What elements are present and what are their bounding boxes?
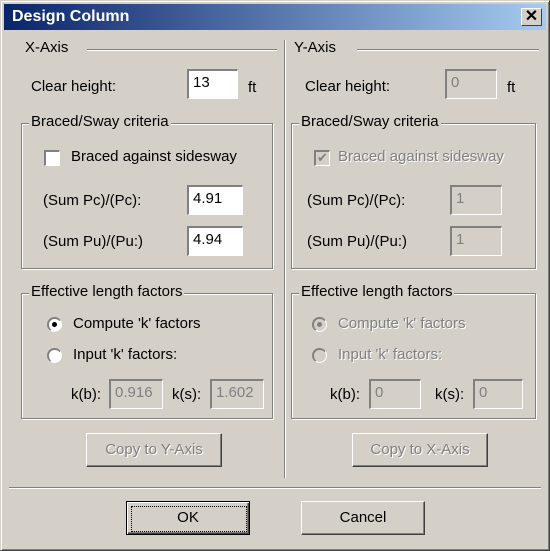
y-compute-label: Compute 'k' factors — [338, 315, 466, 332]
y-sum-pc-input[interactable]: 1 — [450, 185, 502, 215]
x-sum-pu-input[interactable]: 4.94 — [187, 226, 243, 256]
cancel-button[interactable]: Cancel — [301, 501, 425, 535]
y-clear-height-input[interactable]: 0 — [445, 69, 497, 99]
dialog-title: Design Column — [12, 8, 130, 25]
axis-divider — [284, 40, 285, 478]
copy-to-y-axis-button[interactable]: Copy to Y-Axis — [86, 433, 222, 467]
y-ks-label: k(s): — [435, 386, 465, 403]
y-clear-height-unit: ft — [507, 79, 516, 96]
close-icon[interactable]: ✕ — [521, 8, 542, 26]
y-clear-height-label: Clear height: — [305, 78, 391, 95]
ok-button[interactable]: OK — [126, 501, 250, 535]
copy-to-y-axis-label: Copy to Y-Axis — [105, 441, 203, 458]
y-effective-length-legend: Effective length factors — [299, 283, 455, 300]
copy-to-x-axis-button[interactable]: Copy to X-Axis — [352, 433, 488, 467]
y-compute-radio[interactable] — [312, 317, 327, 332]
x-effective-length-legend: Effective length factors — [29, 283, 185, 300]
copy-to-x-axis-label: Copy to X-Axis — [370, 441, 470, 458]
x-compute-label: Compute 'k' factors — [73, 315, 201, 332]
y-kb-input[interactable]: 0 — [369, 379, 421, 409]
x-sum-pc-label: (Sum Pc)/(Pc): — [43, 192, 142, 209]
x-clear-height-label: Clear height: — [31, 78, 117, 95]
design-column-dialog: Design Column ✕ X-Axis Clear height: 13 … — [0, 0, 550, 551]
x-compute-radio[interactable] — [47, 317, 62, 332]
y-sum-pc-label: (Sum Pc)/(Pc): — [307, 192, 406, 209]
ok-focus-ring — [131, 506, 247, 532]
x-clear-height-input[interactable]: 13 — [187, 69, 238, 99]
x-axis-title: X-Axis — [25, 39, 69, 56]
y-input-radio[interactable] — [312, 348, 327, 363]
cancel-label: Cancel — [339, 509, 387, 526]
y-compute-radio-dot — [317, 322, 322, 327]
x-input-radio[interactable] — [47, 348, 62, 363]
x-clear-height-unit: ft — [248, 79, 257, 96]
y-axis-title: Y-Axis — [294, 39, 336, 56]
x-braced-sway-legend: Braced/Sway criteria — [29, 113, 171, 130]
y-braced-sway-legend: Braced/Sway criteria — [299, 113, 441, 130]
y-sum-pu-label: (Sum Pu)/(Pu:) — [307, 233, 408, 250]
x-braced-label: Braced against sidesway — [71, 148, 237, 165]
footer-divider — [9, 487, 541, 488]
x-ks-label: k(s): — [172, 386, 202, 403]
x-kb-label: k(b): — [71, 386, 101, 403]
y-sum-pu-input[interactable]: 1 — [450, 226, 502, 256]
title-bar[interactable]: Design Column ✕ — [4, 4, 546, 30]
x-braced-checkbox[interactable] — [44, 150, 60, 166]
y-axis-divider — [357, 49, 539, 50]
y-input-label: Input 'k' factors: — [338, 346, 443, 363]
x-kb-input[interactable]: 0.916 — [109, 379, 163, 409]
x-ks-input[interactable]: 1.602 — [210, 379, 264, 409]
y-kb-label: k(b): — [330, 386, 360, 403]
x-axis-divider — [87, 49, 277, 50]
y-ks-input[interactable]: 0 — [473, 379, 523, 409]
y-braced-label: Braced against sidesway — [338, 148, 504, 165]
y-braced-checkbox[interactable]: ✔ — [314, 150, 330, 166]
x-sum-pc-input[interactable]: 4.91 — [187, 185, 243, 215]
x-input-label: Input 'k' factors: — [73, 346, 178, 363]
x-compute-radio-dot — [52, 322, 57, 327]
x-sum-pu-label: (Sum Pu)/(Pu:) — [43, 233, 144, 250]
